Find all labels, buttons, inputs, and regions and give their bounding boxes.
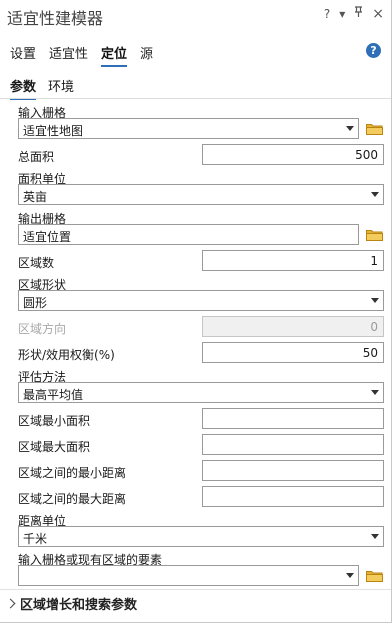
chevron-down-icon <box>371 390 379 395</box>
region-growth-expander[interactable]: 区域增长和搜索参数 <box>5 594 137 613</box>
chevron-down-icon <box>346 573 354 578</box>
area-unit-value: 英亩 <box>23 190 48 204</box>
region-count-label: 区域数 <box>18 256 55 270</box>
evaluation-method-value: 最高平均值 <box>23 388 84 402</box>
pin-icon[interactable] <box>354 6 363 21</box>
shape-utility-input[interactable]: 50 <box>202 342 384 363</box>
max-area-input[interactable] <box>202 434 384 455</box>
tab-settings[interactable]: 设置 <box>10 43 36 67</box>
input-raster-value: 适宜性地图 <box>23 124 84 138</box>
tab-locate[interactable]: 定位 <box>101 43 128 67</box>
total-area-input[interactable]: 500 <box>202 144 384 165</box>
chevron-down-icon <box>371 298 379 303</box>
menu-dropdown-icon[interactable]: ▾ <box>339 7 345 21</box>
region-shape-value: 圆形 <box>23 296 48 310</box>
region-shape-dropdown[interactable]: 圆形 <box>18 290 384 311</box>
close-icon[interactable]: × <box>372 7 384 21</box>
browse-folder-icon[interactable] <box>366 122 383 135</box>
region-count-value: 1 <box>370 254 378 268</box>
help-icon[interactable]: ? <box>324 7 330 21</box>
total-area-label: 总面积 <box>18 150 55 164</box>
tab-source[interactable]: 源 <box>140 43 153 67</box>
pane-title: 适宜性建模器 <box>7 9 104 28</box>
output-raster-value: 适宜位置 <box>23 230 72 244</box>
distance-unit-dropdown[interactable]: 千米 <box>18 526 384 547</box>
expander-label: 区域增长和搜索参数 <box>20 598 138 613</box>
region-direction-input: 0 <box>202 316 384 337</box>
chevron-down-icon <box>346 126 354 131</box>
existing-regions-dropdown[interactable] <box>18 565 359 586</box>
min-area-input[interactable] <box>202 408 384 429</box>
window-controls: ? ▾ × <box>324 6 384 21</box>
evaluation-method-dropdown[interactable]: 最高平均值 <box>18 382 384 403</box>
min-distance-input[interactable] <box>202 460 384 481</box>
divider <box>0 98 391 99</box>
max-distance-input[interactable] <box>202 486 384 507</box>
input-raster-dropdown[interactable]: 适宜性地图 <box>18 118 359 139</box>
max-distance-label: 区域之间的最大距离 <box>18 492 127 506</box>
region-direction-label: 区域方向 <box>18 322 67 336</box>
region-count-input[interactable]: 1 <box>202 250 384 271</box>
help-circle-icon[interactable]: ? <box>366 43 381 58</box>
tab-suitability[interactable]: 适宜性 <box>49 43 88 67</box>
divider <box>0 589 391 590</box>
browse-folder-icon[interactable] <box>366 228 383 241</box>
tab-environments[interactable]: 环境 <box>48 76 74 100</box>
total-area-value: 500 <box>355 148 378 162</box>
distance-unit-value: 千米 <box>23 532 48 546</box>
chevron-down-icon <box>371 192 379 197</box>
shape-utility-label: 形状/效用权衡(%) <box>18 348 115 362</box>
tab-parameters[interactable]: 参数 <box>10 76 37 100</box>
chevron-right-icon <box>5 598 16 609</box>
browse-folder-icon[interactable] <box>366 569 383 582</box>
chevron-down-icon <box>371 534 379 539</box>
region-direction-value: 0 <box>370 320 378 334</box>
shape-utility-value: 50 <box>362 346 378 360</box>
tool-tabs: 设置 适宜性 定位 源 <box>10 43 153 67</box>
sub-tabs: 参数 环境 <box>10 76 74 100</box>
area-unit-dropdown[interactable]: 英亩 <box>18 184 384 205</box>
min-distance-label: 区域之间的最小距离 <box>18 466 127 480</box>
output-raster-input[interactable]: 适宜位置 <box>18 224 359 245</box>
min-area-label: 区域最小面积 <box>18 414 91 428</box>
max-area-label: 区域最大面积 <box>18 440 91 454</box>
